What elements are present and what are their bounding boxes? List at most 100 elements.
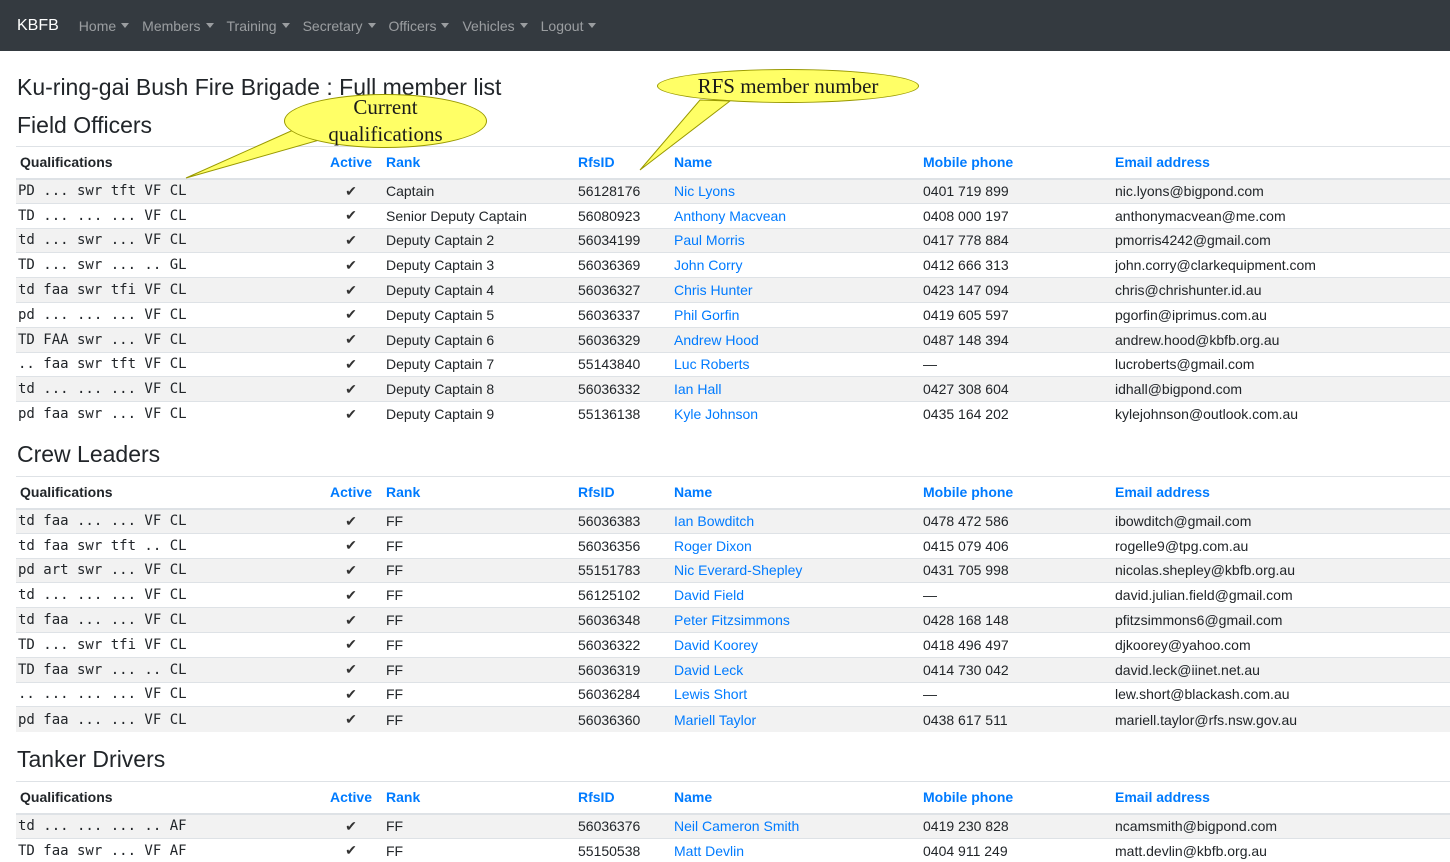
name-link[interactable]: Nic Lyons	[674, 178, 923, 204]
nav-vehicles-menu[interactable]: Vehicles	[462, 18, 528, 34]
quals-cell: td faa ... ... VF CL	[16, 508, 316, 534]
checkmark-icon: ✔	[316, 837, 386, 862]
rfsid-header[interactable]: RfsID	[578, 146, 674, 180]
email-cell: lucroberts@gmail.com	[1115, 351, 1450, 377]
email-cell: kylejohnson@outlook.com.au	[1115, 401, 1450, 427]
email-cell: idhall@bigpond.com	[1115, 376, 1450, 402]
name-link[interactable]: Roger Dixon	[674, 532, 923, 559]
rank-cell: FF	[386, 656, 578, 683]
phone-cell: 0412 666 313	[923, 252, 1115, 278]
name-header[interactable]: Name	[674, 476, 923, 510]
nav-home-menu[interactable]: Home	[79, 18, 130, 34]
rfsid-header[interactable]: RfsID	[578, 781, 674, 815]
rank-cell: Deputy Captain 3	[386, 252, 578, 278]
phone-cell: —	[923, 351, 1115, 377]
checkmark-icon: ✔	[316, 252, 386, 278]
checkmark-icon: ✔	[316, 557, 386, 583]
name-link[interactable]: Matt Devlin	[674, 837, 923, 862]
rfsid-cell: 56036322	[578, 631, 674, 658]
nav-secretary-menu[interactable]: Secretary	[303, 18, 376, 34]
table-row: TD ... swr tfi VF CL ✔ FF 56036322 David Koo…	[16, 631, 1450, 658]
phone-cell: 0478 472 586	[923, 508, 1115, 534]
name-link[interactable]: Chris Hunter	[674, 277, 923, 303]
checkmark-icon: ✔	[316, 351, 386, 377]
name-link[interactable]: Nic Everard-Shepley	[674, 557, 923, 583]
email-header[interactable]: Email address	[1115, 781, 1450, 815]
name-link[interactable]: Lewis Short	[674, 681, 923, 707]
mobile-header[interactable]: Mobile phone	[923, 781, 1115, 815]
email-cell: lew.short@blackash.com.au	[1115, 681, 1450, 707]
name-link[interactable]: Phil Gorfin	[674, 301, 923, 328]
chevron-down-icon	[367, 23, 376, 28]
table-row: pd art swr ... VF CL ✔ FF 55151783 Nic Evera…	[16, 557, 1450, 583]
name-link[interactable]: Paul Morris	[674, 227, 923, 253]
name-link[interactable]: Andrew Hood	[674, 326, 923, 353]
email-cell: pfitzsimmons6@gmail.com	[1115, 607, 1450, 633]
nav-training-menu[interactable]: Training	[227, 18, 290, 34]
email-header[interactable]: Email address	[1115, 146, 1450, 180]
rfsid-cell: 56036327	[578, 277, 674, 303]
table-row: pd ... ... ... VF CL ✔ Deputy Captain 5 560…	[16, 301, 1450, 328]
nav-members-menu[interactable]: Members	[142, 18, 214, 34]
name-link[interactable]: Neil Cameron Smith	[674, 813, 923, 839]
mobile-header[interactable]: Mobile phone	[923, 146, 1115, 180]
phone-cell: 0408 000 197	[923, 202, 1115, 229]
phone-cell: 0414 730 042	[923, 656, 1115, 683]
nav-logout-menu[interactable]: Logout	[541, 18, 597, 34]
rank-cell: Deputy Captain 8	[386, 376, 578, 402]
rank-header[interactable]: Rank	[386, 476, 578, 510]
name-link[interactable]: Peter Fitzsimmons	[674, 607, 923, 633]
active-header[interactable]: Active	[316, 146, 386, 180]
name-link[interactable]: Ian Hall	[674, 376, 923, 402]
rfsid-header[interactable]: RfsID	[578, 476, 674, 510]
checkmark-icon: ✔	[316, 227, 386, 253]
table-header-row: Qualifications Active Rank RfsID Name Mobile …	[16, 146, 1450, 180]
quals-cell: pd art swr ... VF CL	[16, 557, 316, 583]
rfsid-cell: 56036329	[578, 326, 674, 353]
nav-secretary-label: Secretary	[302, 17, 363, 34]
checkmark-icon: ✔	[316, 508, 386, 534]
name-link[interactable]: John Corry	[674, 252, 923, 278]
email-header[interactable]: Email address	[1115, 476, 1450, 510]
name-link[interactable]: David Leck	[674, 656, 923, 683]
name-link[interactable]: Anthony Macvean	[674, 202, 923, 229]
name-link[interactable]: Kyle Johnson	[674, 401, 923, 427]
quals-cell: td faa swr tft .. CL	[16, 532, 316, 559]
mobile-header[interactable]: Mobile phone	[923, 476, 1115, 510]
rank-header[interactable]: Rank	[386, 781, 578, 815]
name-link[interactable]: Ian Bowditch	[674, 508, 923, 534]
brand-link[interactable]: KBFB	[17, 17, 59, 35]
email-cell: pgorfin@iprimus.com.au	[1115, 301, 1450, 328]
rank-cell: FF	[386, 582, 578, 608]
rfsid-cell: 56036332	[578, 376, 674, 402]
rfsid-cell: 56036337	[578, 301, 674, 328]
name-header[interactable]: Name	[674, 781, 923, 815]
name-link[interactable]: David Field	[674, 582, 923, 608]
checkmark-icon: ✔	[316, 376, 386, 402]
rank-cell: FF	[386, 813, 578, 839]
rfsid-cell: 55151783	[578, 557, 674, 583]
table-row: pd faa swr ... VF CL ✔ Deputy Captain 9 551…	[16, 401, 1450, 427]
table-row: TD ... swr ... .. GL ✔ Deputy Captain 3 560…	[16, 252, 1450, 278]
chevron-down-icon	[519, 23, 528, 28]
email-cell: ibowditch@gmail.com	[1115, 508, 1450, 534]
table-row: TD FAA swr ... VF CL ✔ Deputy Captain 6 560…	[16, 326, 1450, 353]
table-row: PD ... swr tft VF CL ✔ Captain 56128176 Nic …	[16, 178, 1450, 204]
active-header[interactable]: Active	[316, 781, 386, 815]
name-link[interactable]: Mariell Taylor	[674, 706, 923, 732]
quals-cell: pd faa swr ... VF CL	[16, 401, 316, 427]
rfsid-cell: 56036383	[578, 508, 674, 534]
quals-cell: pd faa ... ... VF CL	[16, 706, 316, 732]
rank-header[interactable]: Rank	[386, 146, 578, 180]
name-link[interactable]: David Koorey	[674, 631, 923, 658]
rfsid-cell: 56036360	[578, 706, 674, 732]
nav-officers-menu[interactable]: Officers	[389, 18, 450, 34]
name-header[interactable]: Name	[674, 146, 923, 180]
name-link[interactable]: Luc Roberts	[674, 351, 923, 377]
table-row: td ... swr ... VF CL ✔ Deputy Captain 2 560…	[16, 227, 1450, 253]
phone-cell: 0487 148 394	[923, 326, 1115, 353]
phone-cell: 0435 164 202	[923, 401, 1115, 427]
rank-cell: FF	[386, 532, 578, 559]
active-header[interactable]: Active	[316, 476, 386, 510]
rfsid-cell: 56080923	[578, 202, 674, 229]
